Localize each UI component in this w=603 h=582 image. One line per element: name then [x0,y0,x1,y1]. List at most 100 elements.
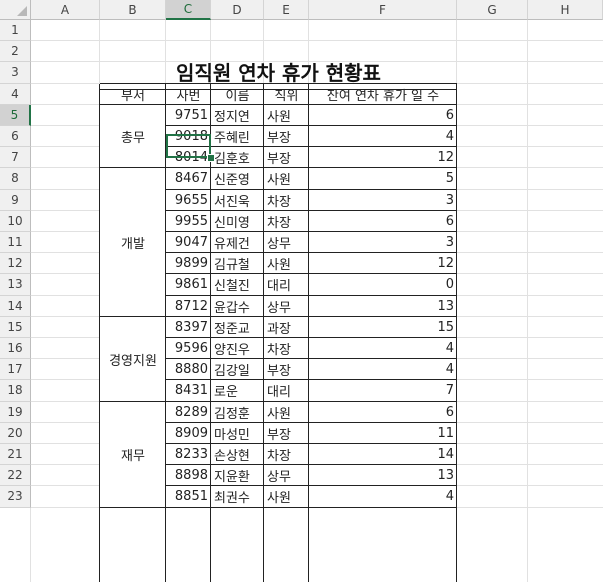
emp-id-cell[interactable]: 8233 [166,444,211,465]
row-header-3[interactable]: 3 [0,62,31,84]
emp-id-cell[interactable]: 8880 [166,359,211,380]
leave-days-cell[interactable]: 3 [309,232,457,253]
emp-id-cell[interactable]: 9047 [166,232,211,253]
emp-id-cell[interactable]: 8909 [166,423,211,444]
emp-id-cell[interactable]: 8289 [166,402,211,423]
emp-id-cell[interactable]: 8397 [166,317,211,338]
column-header-B[interactable]: B [100,0,166,20]
position-cell[interactable]: 사원 [264,105,309,126]
position-cell[interactable]: 차장 [264,211,309,232]
name-cell[interactable]: 유제건 [211,232,264,253]
row-header-8[interactable]: 8 [0,168,31,190]
position-cell[interactable]: 과장 [264,317,309,338]
position-cell[interactable]: 부장 [264,126,309,147]
name-cell[interactable]: 정지연 [211,105,264,126]
row-header-19[interactable]: 19 [0,401,31,423]
name-cell[interactable]: 윤갑수 [211,296,264,317]
position-cell[interactable]: 부장 [264,359,309,380]
leave-days-cell[interactable]: 4 [309,338,457,359]
emp-id-cell[interactable]: 8712 [166,296,211,317]
leave-days-cell[interactable]: 13 [309,465,457,486]
table-header-position[interactable]: 직위 [264,84,309,105]
emp-id-cell[interactable]: 9596 [166,338,211,359]
row-header-13[interactable]: 13 [0,274,31,296]
name-cell[interactable]: 정준교 [211,317,264,338]
name-cell[interactable]: 지윤환 [211,465,264,486]
leave-days-cell[interactable]: 0 [309,274,457,295]
position-cell[interactable]: 사원 [264,402,309,423]
position-cell[interactable]: 사원 [264,168,309,189]
row-header-4[interactable]: 4 [0,83,31,105]
emp-id-cell[interactable]: 9899 [166,253,211,274]
leave-days-cell[interactable]: 6 [309,105,457,126]
emp-id-cell[interactable]: 9861 [166,274,211,295]
column-header-E[interactable]: E [264,0,309,20]
leave-days-cell[interactable]: 3 [309,190,457,211]
row-header-7[interactable]: 7 [0,147,31,169]
name-cell[interactable]: 김정훈 [211,402,264,423]
column-header-G[interactable]: G [457,0,528,20]
name-cell[interactable]: 손상현 [211,444,264,465]
active-cell-selection[interactable] [166,134,211,158]
name-cell[interactable]: 마성민 [211,423,264,444]
name-cell[interactable]: 신미영 [211,211,264,232]
department-cell[interactable]: 경영지원 [100,316,166,402]
leave-days-cell[interactable]: 14 [309,444,457,465]
row-header-12[interactable]: 12 [0,253,31,275]
row-header-16[interactable]: 16 [0,338,31,360]
row-header-6[interactable]: 6 [0,126,31,148]
column-header-D[interactable]: D [211,0,264,20]
position-cell[interactable]: 대리 [264,274,309,295]
position-cell[interactable]: 사원 [264,486,309,507]
emp-id-cell[interactable]: 8851 [166,486,211,507]
emp-id-cell[interactable]: 9655 [166,190,211,211]
table-header-emp_id[interactable]: 사번 [166,84,211,105]
row-header-9[interactable]: 9 [0,189,31,211]
name-cell[interactable]: 최권수 [211,486,264,507]
row-header-10[interactable]: 10 [0,210,31,232]
row-header-22[interactable]: 22 [0,465,31,487]
leave-days-cell[interactable]: 7 [309,380,457,401]
column-header-H[interactable]: H [528,0,603,20]
column-header-A[interactable]: A [31,0,100,20]
leave-days-cell[interactable]: 6 [309,211,457,232]
leave-days-cell[interactable]: 4 [309,486,457,507]
emp-id-cell[interactable]: 8467 [166,168,211,189]
position-cell[interactable]: 부장 [264,147,309,168]
name-cell[interactable]: 신준영 [211,168,264,189]
row-header-15[interactable]: 15 [0,316,31,338]
row-header-18[interactable]: 18 [0,380,31,402]
position-cell[interactable]: 차장 [264,444,309,465]
emp-id-cell[interactable]: 8431 [166,380,211,401]
position-cell[interactable]: 상무 [264,465,309,486]
column-header-F[interactable]: F [309,0,457,20]
position-cell[interactable]: 사원 [264,253,309,274]
emp-id-cell[interactable]: 9751 [166,105,211,126]
leave-days-cell[interactable]: 15 [309,317,457,338]
row-header-5[interactable]: 5 [0,104,31,126]
leave-days-cell[interactable]: 11 [309,423,457,444]
name-cell[interactable]: 김훈호 [211,147,264,168]
select-all-corner[interactable] [0,0,31,20]
table-header-leave[interactable]: 잔여 연차 휴가 일 수 [309,84,457,105]
row-header-1[interactable]: 1 [0,20,31,42]
position-cell[interactable]: 차장 [264,338,309,359]
row-header-21[interactable]: 21 [0,444,31,466]
row-header-23[interactable]: 23 [0,486,31,508]
fill-handle[interactable] [207,154,215,162]
name-cell[interactable]: 주혜린 [211,126,264,147]
name-cell[interactable]: 김강일 [211,359,264,380]
name-cell[interactable]: 김규철 [211,253,264,274]
row-header-14[interactable]: 14 [0,295,31,317]
row-header-2[interactable]: 2 [0,41,31,63]
spreadsheet-grid[interactable]: A B C D E F G H 1 2 3 4 5 6 7 8 9 10 11 12 13 14 15 16 17 18 19 20 2… [0,0,603,582]
name-cell[interactable]: 로운 [211,380,264,401]
emp-id-cell[interactable]: 9955 [166,211,211,232]
position-cell[interactable]: 부장 [264,423,309,444]
column-header-C[interactable]: C [166,0,211,20]
leave-days-cell[interactable]: 4 [309,126,457,147]
emp-id-cell[interactable]: 8898 [166,465,211,486]
leave-days-cell[interactable]: 4 [309,359,457,380]
row-header-11[interactable]: 11 [0,232,31,254]
name-cell[interactable]: 양진우 [211,338,264,359]
